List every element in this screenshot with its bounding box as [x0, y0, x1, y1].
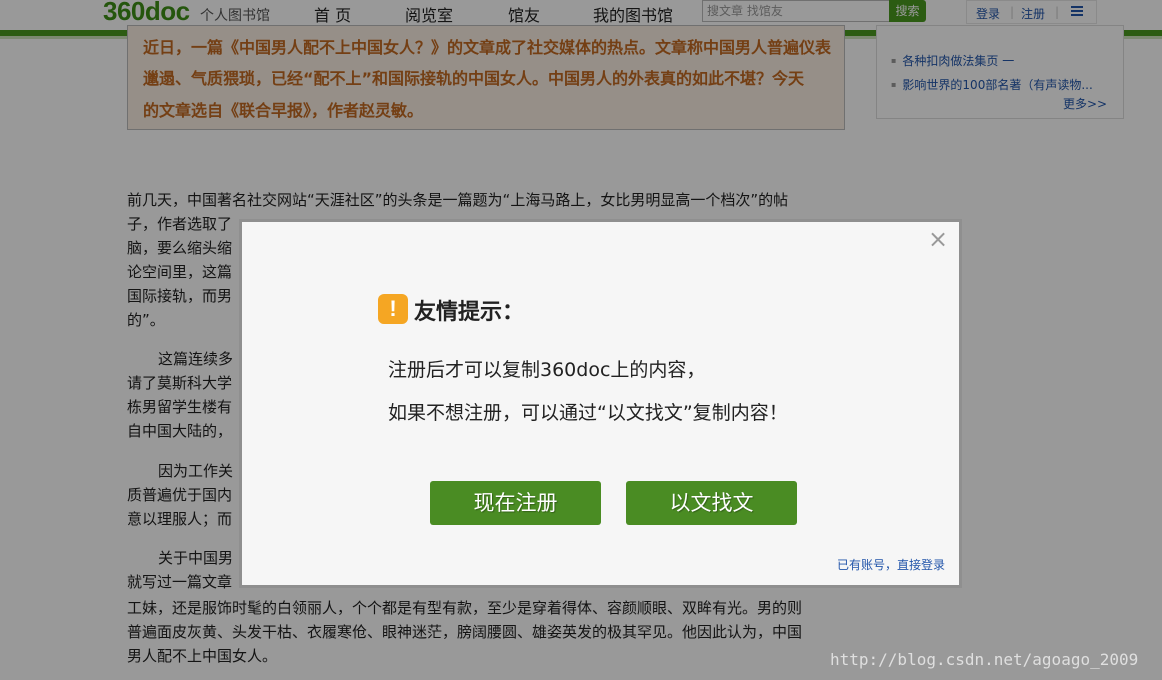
dialog-message: 注册后才可以复制360doc上的内容， [388, 359, 706, 381]
watermark: http://blog.csdn.net/agoago_2009 [830, 650, 1139, 669]
copy-prompt-dialog: × ! 友情提示： 注册后才可以复制360doc上的内容， 如果不想注册，可以通… [239, 219, 962, 588]
warning-icon: ! [378, 294, 408, 324]
dialog-message: 如果不想注册，可以通过“以文找文”复制内容！ [388, 402, 788, 424]
find-by-text-button[interactable]: 以文找文 [626, 481, 797, 525]
direct-login-link[interactable]: 已有账号，直接登录 [837, 556, 945, 573]
dialog-title: 友情提示： [414, 300, 525, 325]
register-now-button[interactable]: 现在注册 [430, 481, 601, 525]
close-icon[interactable]: × [928, 226, 948, 252]
